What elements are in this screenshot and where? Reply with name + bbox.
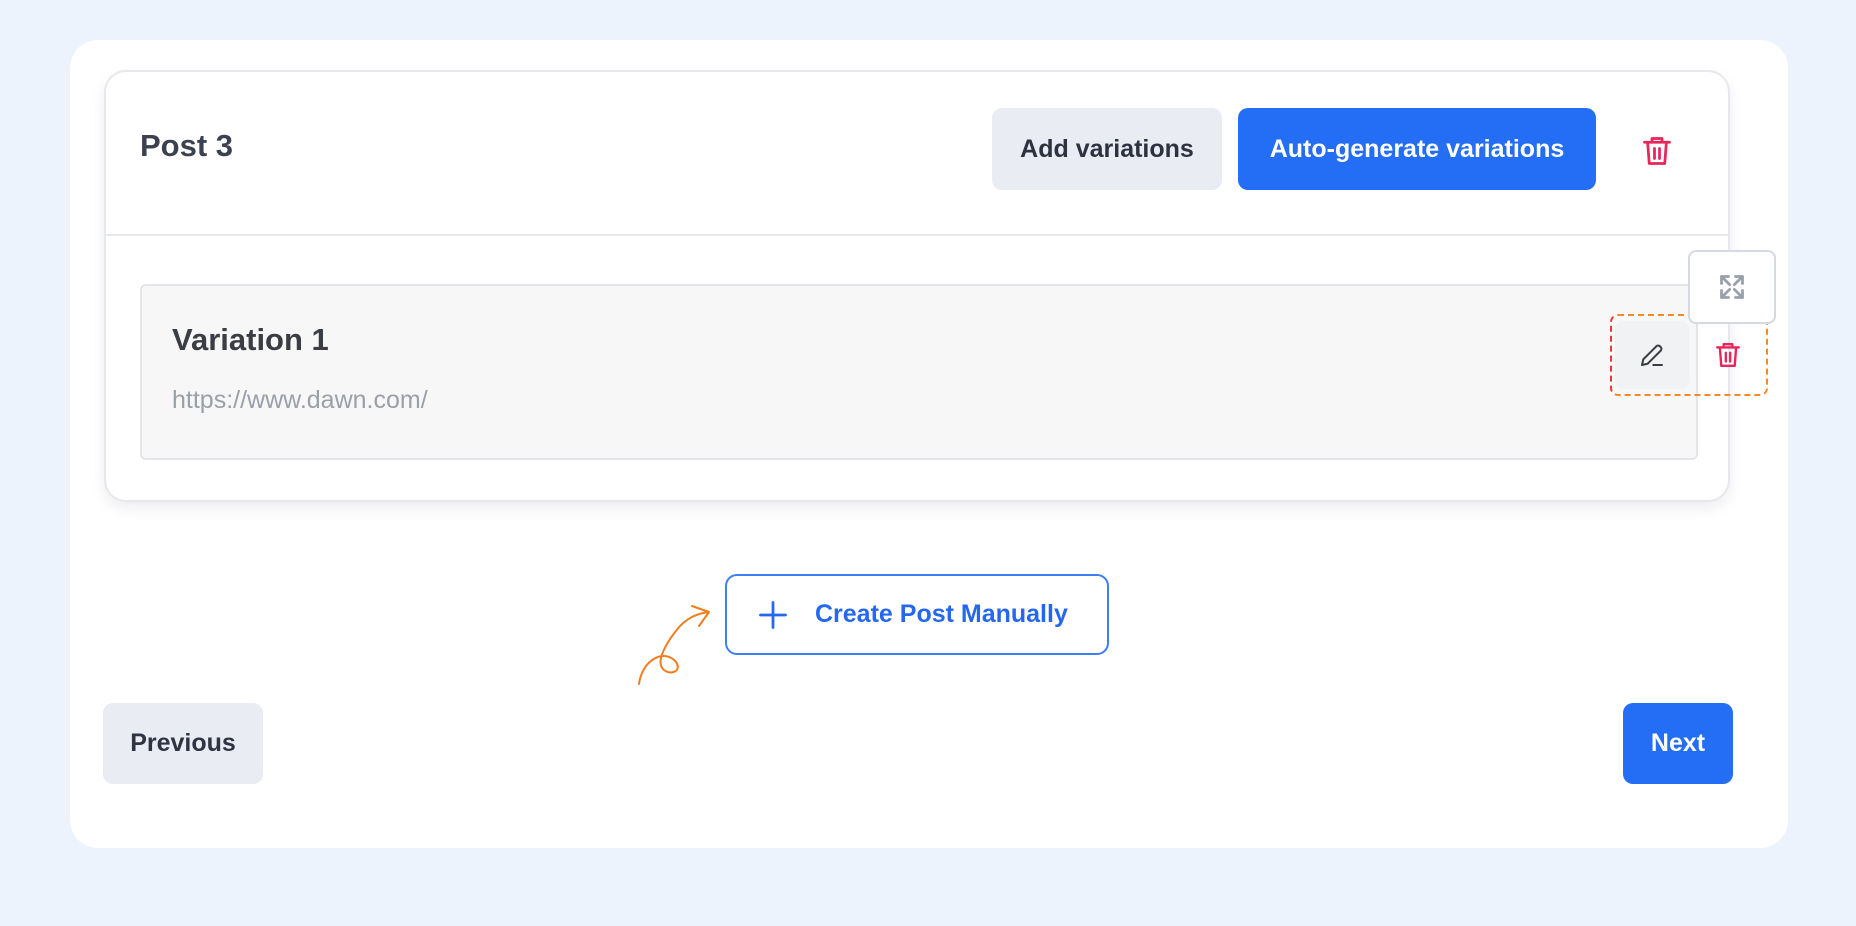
variation-actions [1610, 314, 1768, 396]
expand-arrows-icon[interactable] [1688, 250, 1776, 324]
post-header: Post 3 Add variations Auto-generate vari… [106, 72, 1728, 236]
variation-card: Variation 1 https://www.dawn.com/ [140, 284, 1768, 460]
next-button[interactable]: Next [1623, 703, 1733, 784]
delete-post-trash-icon[interactable] [1639, 131, 1675, 171]
create-post-manually-label: Create Post Manually [815, 600, 1068, 628]
variation-url: https://www.dawn.com/ [172, 386, 428, 414]
add-variations-button[interactable]: Add variations [992, 108, 1222, 190]
previous-button[interactable]: Previous [103, 703, 263, 784]
pencil-icon[interactable] [1615, 321, 1689, 389]
plus-icon [757, 599, 789, 631]
trash-icon[interactable] [1691, 321, 1765, 389]
create-post-manually-button[interactable]: Create Post Manually [725, 574, 1109, 655]
post-title: Post 3 [140, 128, 234, 163]
curly-arrow-icon [638, 605, 710, 685]
auto-generate-variations-button[interactable]: Auto-generate variations [1238, 108, 1596, 190]
post-card: Post 3 Add variations Auto-generate vari… [104, 70, 1768, 502]
variation-title: Variation 1 [172, 322, 329, 357]
